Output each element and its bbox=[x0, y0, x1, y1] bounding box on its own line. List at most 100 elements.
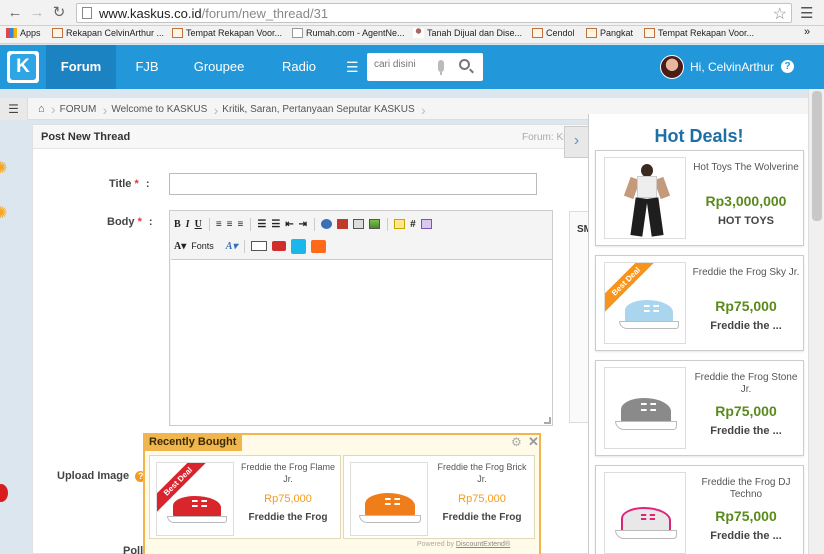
toolbar-divider bbox=[387, 217, 389, 231]
deal-item[interactable]: Best Deal Freddie the Frog Sky Jr. Rp75,… bbox=[595, 255, 804, 351]
breadcrumb-welcome[interactable]: Welcome to KASKUS bbox=[105, 102, 218, 118]
sun-decoration-icon: ✺ bbox=[0, 205, 8, 222]
hash-button[interactable]: # bbox=[410, 219, 416, 230]
close-icon[interactable]: ✕ bbox=[528, 434, 539, 450]
bookmark-label: Pangkat bbox=[600, 28, 634, 38]
more-bookmarks-icon[interactable]: » bbox=[804, 26, 810, 38]
deal-item[interactable]: Freddie the Frog Stone Jr. Rp75,000 Fred… bbox=[595, 360, 804, 456]
page-title: Post New Thread bbox=[41, 131, 131, 143]
home-icon[interactable]: ⌂ bbox=[32, 101, 55, 117]
page-icon bbox=[292, 28, 303, 38]
product-brand: Freddie the ... bbox=[710, 320, 782, 332]
bookmark-item[interactable]: Tempat Rekapan Voor... bbox=[172, 28, 282, 38]
chevron-right-icon[interactable]: › bbox=[564, 126, 588, 158]
fonts-button[interactable]: Fonts bbox=[191, 241, 214, 251]
powered-by: Powered by DiscountExtend® bbox=[417, 541, 510, 548]
insert-image-icon[interactable] bbox=[369, 219, 381, 229]
align-right-icon[interactable]: ≡ bbox=[238, 219, 244, 230]
upload-image-label: Upload Image ? bbox=[57, 470, 147, 482]
editor-toolbar-row-1: B I U ≡ ≡ ≡ ☰ ☰ ⇤ ⇥ # bbox=[174, 215, 437, 233]
url-path: /forum/new_thread/31 bbox=[201, 6, 329, 21]
tab-radio[interactable]: Radio bbox=[270, 45, 328, 89]
tab-fjb[interactable]: FJB bbox=[122, 45, 172, 89]
tab-groupee[interactable]: Groupee bbox=[184, 45, 254, 89]
bookmark-item[interactable]: Rumah.com - AgentNe... bbox=[292, 28, 405, 38]
recent-item[interactable]: Best Deal Freddie the Frog Flame Jr. Rp7… bbox=[149, 455, 341, 539]
microphone-icon[interactable] bbox=[438, 60, 444, 75]
bookmark-star-icon[interactable]: ☆ bbox=[773, 4, 787, 24]
align-center-icon[interactable]: ≡ bbox=[227, 219, 233, 230]
search-icon[interactable] bbox=[459, 59, 470, 70]
product-image: Best Deal bbox=[156, 462, 234, 536]
bookmark-apps[interactable]: Apps bbox=[6, 28, 41, 38]
shoe-sole bbox=[615, 421, 677, 430]
body-textarea[interactable] bbox=[171, 259, 552, 425]
reload-icon[interactable]: ↻ bbox=[50, 4, 68, 22]
help-icon[interactable]: ? bbox=[781, 60, 794, 73]
bookmark-item[interactable]: Pangkat bbox=[586, 28, 633, 38]
bookmark-icon bbox=[644, 28, 655, 38]
bookmark-item[interactable]: Rekapan CelvinArthur ... bbox=[52, 28, 164, 38]
user-greeting[interactable]: Hi, CelvinArthur bbox=[690, 60, 774, 74]
figure-leg bbox=[630, 197, 648, 237]
quote-icon[interactable] bbox=[394, 219, 406, 229]
product-image bbox=[604, 157, 686, 239]
resize-grip-icon[interactable] bbox=[544, 417, 551, 424]
powered-by-link[interactable]: DiscountExtend® bbox=[456, 541, 510, 548]
remove-format-icon[interactable] bbox=[420, 219, 432, 229]
shoe-sole bbox=[615, 530, 677, 539]
deal-item[interactable]: Freddie the Frog DJ Techno Rp75,000 Fred… bbox=[595, 465, 804, 554]
breadcrumb-forum[interactable]: FORUM bbox=[54, 102, 107, 118]
product-name: Freddie the Frog Flame Jr. bbox=[240, 462, 336, 484]
bullet-list-icon[interactable]: ☰ bbox=[257, 219, 266, 230]
product-image: Best Deal bbox=[604, 262, 686, 344]
numbered-list-icon[interactable]: ☰ bbox=[271, 219, 280, 230]
font-size-button[interactable]: A▾ bbox=[226, 241, 238, 252]
back-arrow-icon[interactable]: ← bbox=[6, 4, 24, 22]
outdent-icon[interactable]: ⇤ bbox=[285, 219, 293, 230]
link-icon[interactable] bbox=[321, 219, 333, 229]
recent-item[interactable]: Freddie the Frog Brick Jr. Rp75,000 Fred… bbox=[343, 455, 535, 539]
poll-label: Poll bbox=[123, 545, 144, 554]
browser-menu-icon[interactable]: ☰ bbox=[800, 4, 813, 22]
bookmark-item[interactable]: Cendol bbox=[532, 28, 575, 38]
gear-icon[interactable]: ⚙ bbox=[511, 435, 522, 449]
body-label: Body * : bbox=[107, 216, 153, 228]
hot-deals-title: Hot Deals! bbox=[654, 126, 744, 146]
font-color-button[interactable]: A▾ bbox=[174, 241, 186, 252]
bookmark-label: Tempat Rekapan Voor... bbox=[186, 28, 283, 38]
shoe-lace bbox=[385, 497, 400, 505]
shoe-upper bbox=[621, 398, 671, 423]
logo-mark: K bbox=[10, 54, 36, 80]
italic-button[interactable]: I bbox=[186, 219, 190, 230]
tab-forum[interactable]: Forum bbox=[46, 45, 116, 89]
bold-button[interactable]: B bbox=[174, 219, 181, 230]
search-input[interactable] bbox=[374, 59, 436, 70]
address-bar[interactable]: www.kaskus.co.id/forum/new_thread/31 ☆ bbox=[76, 3, 792, 23]
kaskus-logo[interactable]: K bbox=[7, 51, 39, 83]
scrollbar-thumb[interactable] bbox=[812, 91, 822, 221]
product-image bbox=[350, 462, 428, 536]
spoiler-icon[interactable] bbox=[251, 241, 268, 251]
list-icon[interactable]: ☰ bbox=[346, 59, 359, 76]
youtube-icon[interactable] bbox=[272, 241, 287, 251]
url-text[interactable]: www.kaskus.co.id/forum/new_thread/31 bbox=[99, 6, 328, 21]
avatar[interactable] bbox=[660, 55, 684, 79]
breadcrumb-category[interactable]: Kritik, Saran, Pertanyaan Seputar KASKUS bbox=[216, 102, 426, 118]
bookmark-item[interactable]: Tempat Rekapan Voor... bbox=[644, 28, 754, 38]
unlink-icon[interactable] bbox=[337, 219, 349, 229]
align-left-icon[interactable]: ≡ bbox=[216, 219, 222, 230]
bookmark-icon bbox=[532, 28, 543, 38]
bookmark-item[interactable]: Tanah Dijual dan Dise... bbox=[413, 28, 522, 38]
page-scrollbar[interactable] bbox=[808, 89, 824, 554]
title-input[interactable] bbox=[169, 173, 537, 195]
insert-table-icon[interactable] bbox=[353, 219, 365, 229]
underline-button[interactable]: U bbox=[195, 219, 202, 230]
forward-arrow-icon[interactable]: → bbox=[28, 4, 46, 22]
soundcloud-icon[interactable] bbox=[311, 239, 327, 253]
indent-icon[interactable]: ⇥ bbox=[299, 219, 307, 230]
sidebar-toggle-icon[interactable]: ☰ bbox=[0, 98, 28, 120]
vimeo-icon[interactable] bbox=[291, 238, 307, 254]
product-name: Hot Toys The Wolverine bbox=[693, 162, 799, 173]
deal-item[interactable]: Hot Toys The Wolverine Rp3,000,000 HOT T… bbox=[595, 150, 804, 246]
